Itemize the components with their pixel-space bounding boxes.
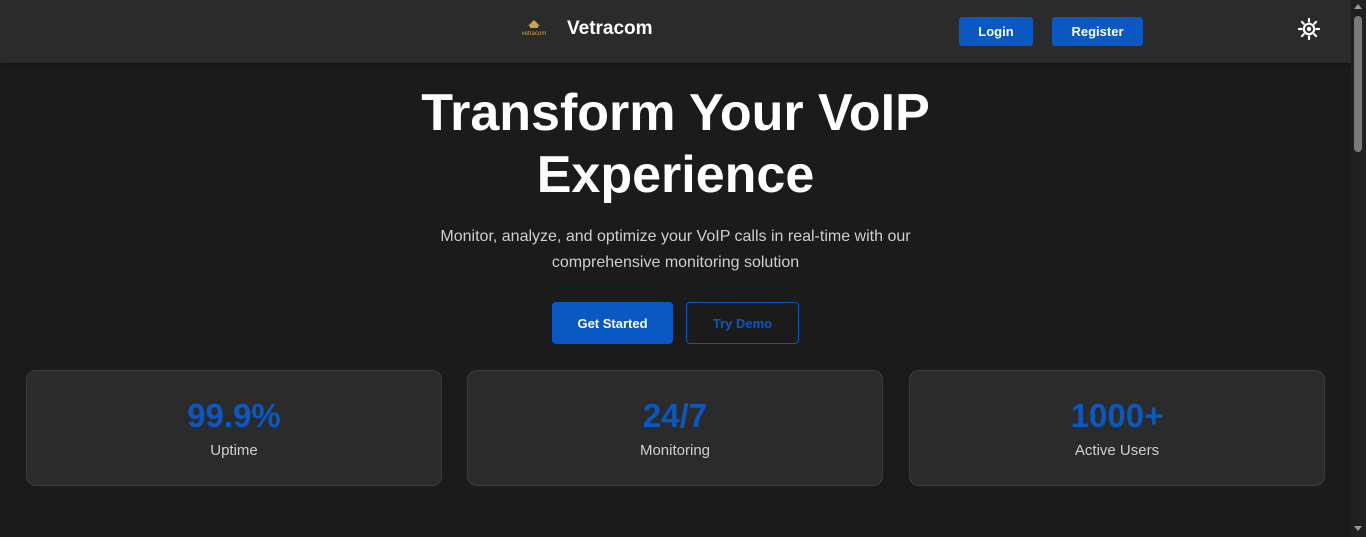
stat-label: Uptime [210, 442, 258, 459]
stat-label: Active Users [1074, 442, 1160, 459]
scroll-thumb[interactable] [1354, 16, 1362, 152]
stat-card-monitoring: 24/7 Monitoring [467, 370, 883, 486]
stat-value: 24/7 [642, 397, 708, 434]
login-button[interactable]: Login [959, 17, 1033, 46]
hero-subtitle-line-1: Monitor, analyze, and optimize your VoIP… [440, 228, 911, 245]
scroll-down-arrow-icon[interactable] [1354, 526, 1362, 531]
get-started-button[interactable]: Get Started [552, 302, 673, 344]
hero-subtitle-line-2: comprehensive monitoring solution [551, 254, 800, 271]
svg-text:vetracom: vetracom [522, 31, 547, 37]
vertical-scrollbar[interactable] [1351, 0, 1366, 537]
register-button[interactable]: Register [1052, 17, 1143, 46]
hero-title-line-2: Experience [536, 146, 815, 204]
top-navbar: vetracom Vetracom Login Register [0, 0, 1351, 63]
hero-title: Transform Your VoIP Experience [300, 82, 1051, 206]
scroll-up-arrow-icon[interactable] [1354, 4, 1362, 9]
sun-icon[interactable] [1297, 17, 1321, 41]
hero-title-line-1: Transform Your VoIP [421, 84, 930, 142]
hero-subtitle: Monitor, analyze, and optimize your VoIP… [400, 224, 951, 276]
try-demo-button[interactable]: Try Demo [686, 302, 799, 344]
stat-value: 99.9% [187, 397, 281, 434]
stat-card-uptime: 99.9% Uptime [26, 370, 442, 486]
brand-name: Vetracom [567, 18, 653, 39]
landing-page: vetracom Vetracom Login Register Transfo… [0, 0, 1366, 537]
stat-card-active-users: 1000+ Active Users [909, 370, 1325, 486]
vetracom-logo[interactable]: vetracom [515, 17, 553, 41]
stat-value: 1000+ [1070, 397, 1164, 434]
stat-label: Monitoring [639, 442, 711, 459]
